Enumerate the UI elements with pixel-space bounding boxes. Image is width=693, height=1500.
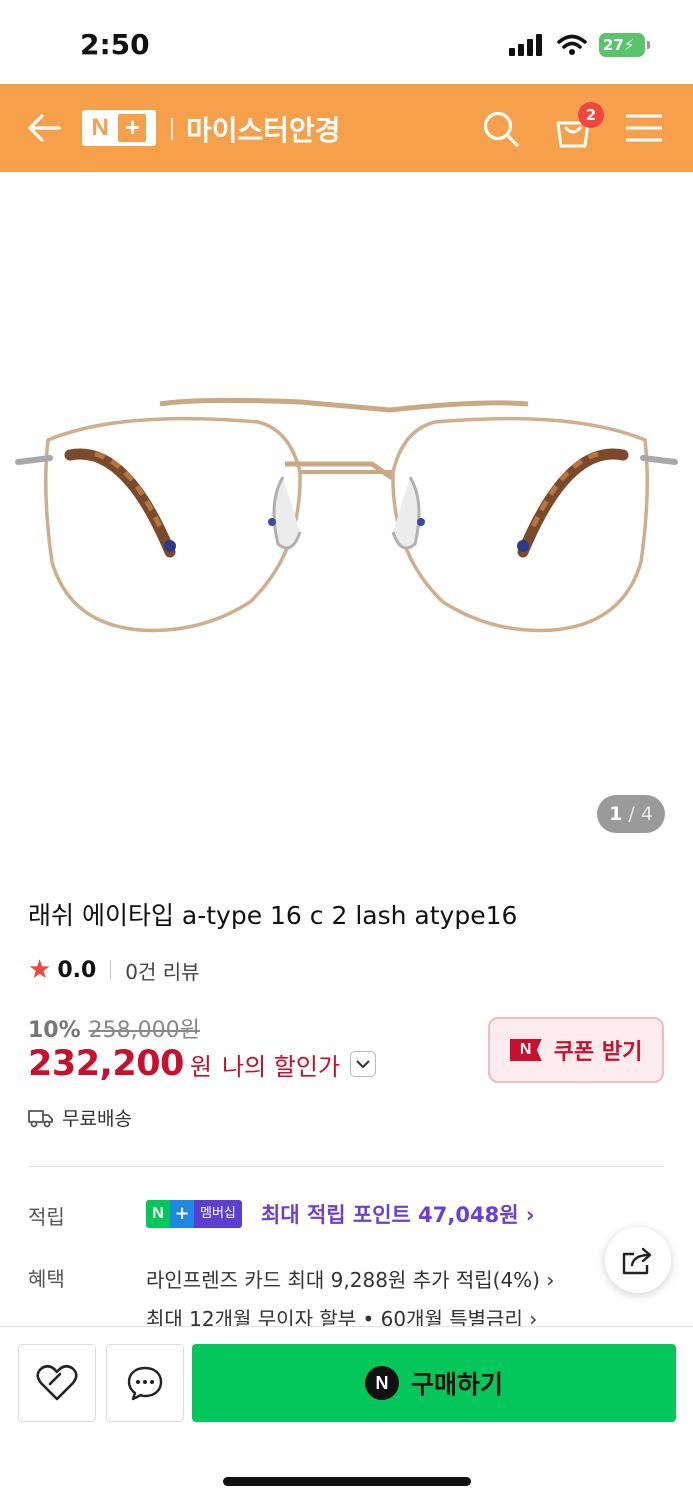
hamburger-icon xyxy=(626,114,662,142)
discount-rate: 10% xyxy=(28,1018,81,1043)
home-indicator xyxy=(223,1477,471,1486)
rating-divider xyxy=(110,960,112,980)
header-divider xyxy=(171,118,173,140)
image-separator: / xyxy=(628,803,635,825)
cart-count-badge: 2 xyxy=(578,102,604,128)
wifi-icon xyxy=(557,34,587,55)
shipping-text: 무료배송 xyxy=(62,1108,132,1130)
rating-row[interactable]: ★ 0.0 0건 리뷰 xyxy=(28,955,200,985)
star-icon: ★ xyxy=(28,955,52,985)
coupon-label: 쿠폰 받기 xyxy=(553,1040,643,1065)
image-counter: 1 / 4 xyxy=(597,795,665,833)
benefits-label: 혜택 xyxy=(28,1267,65,1291)
product-title: 래쉬 에이타입 a-type 16 c 2 lash atype16 xyxy=(28,901,518,930)
original-price: 258,000원 xyxy=(88,1018,200,1043)
max-points-link[interactable]: 최대 적립 포인트 47,048원 › xyxy=(261,1199,535,1229)
image-current: 1 xyxy=(609,803,623,825)
signal-icon xyxy=(509,34,542,56)
benefit-card-link[interactable]: 라인프렌즈 카드 최대 9,288원 추가 적립(4%) › xyxy=(146,1264,554,1293)
product-image[interactable] xyxy=(0,172,693,852)
rating-value: 0.0 xyxy=(57,957,97,983)
chevron-down-icon xyxy=(356,1060,370,1069)
membership-badge: N + 멤버십 xyxy=(146,1200,242,1228)
price-row: 232,200 원 나의 할인가 xyxy=(28,1044,377,1084)
naver-pay-icon: N xyxy=(364,1366,399,1400)
buy-label: 구매하기 xyxy=(410,1370,503,1399)
sale-price: 232,200 xyxy=(28,1044,184,1084)
battery-icon: 27⚡ xyxy=(599,33,650,57)
cart-button[interactable]: 2 xyxy=(548,102,604,154)
logo-n: N xyxy=(91,114,109,141)
image-total: 4 xyxy=(640,803,653,825)
status-icons: 27⚡ xyxy=(509,33,650,57)
truck-icon xyxy=(28,1109,53,1127)
shipping-row: 무료배송 xyxy=(28,1104,132,1131)
badge-plus-icon: + xyxy=(170,1200,194,1228)
status-time: 2:50 xyxy=(80,28,150,61)
chat-bubble-icon xyxy=(127,1366,163,1401)
membership-label: 멤버십 xyxy=(194,1200,242,1228)
product-page: 2:50 27⚡ N + 마이스터안경 2 1 / 4 래쉬 에이타입 a-ty… xyxy=(0,0,693,1500)
eyeglasses-image xyxy=(15,397,678,633)
my-price-label[interactable]: 나의 할인가 xyxy=(222,1047,340,1082)
badge-n-icon: N xyxy=(146,1200,170,1228)
heart-icon xyxy=(36,1364,78,1401)
review-count[interactable]: 0건 리뷰 xyxy=(125,956,199,985)
top-header: N + 마이스터안경 2 xyxy=(0,84,693,172)
section-divider xyxy=(28,1166,664,1167)
logo-plus: + xyxy=(118,114,147,142)
my-price-toggle[interactable] xyxy=(350,1051,377,1077)
search-button[interactable] xyxy=(478,106,524,152)
coupon-n-icon: N xyxy=(509,1039,542,1061)
back-button[interactable] xyxy=(22,106,66,150)
status-bar: 2:50 27⚡ xyxy=(0,0,693,84)
bottom-action-bar: N 구매하기 xyxy=(0,1326,693,1500)
battery-level: 27 xyxy=(603,36,624,54)
wishlist-button[interactable] xyxy=(18,1344,96,1422)
buy-button[interactable]: N 구매하기 xyxy=(192,1344,676,1422)
benefit-card-text: 라인프렌즈 카드 최대 9,288원 추가 적립(4%) xyxy=(146,1268,540,1292)
naver-plus-logo[interactable]: N + xyxy=(82,110,156,146)
search-icon xyxy=(483,111,519,147)
share-button[interactable] xyxy=(605,1227,671,1293)
share-icon xyxy=(622,1247,652,1275)
talk-button[interactable] xyxy=(106,1344,184,1422)
menu-button[interactable] xyxy=(622,106,666,150)
currency-label: 원 xyxy=(189,1052,213,1081)
store-name[interactable]: 마이스터안경 xyxy=(186,109,341,149)
max-points-text: 최대 적립 포인트 47,048원 xyxy=(261,1203,519,1227)
coupon-button[interactable]: N 쿠폰 받기 xyxy=(488,1017,664,1083)
arrow-left-icon xyxy=(28,114,61,142)
points-label: 적립 xyxy=(28,1205,65,1229)
discount-row: 10% 258,000원 xyxy=(28,1012,200,1044)
